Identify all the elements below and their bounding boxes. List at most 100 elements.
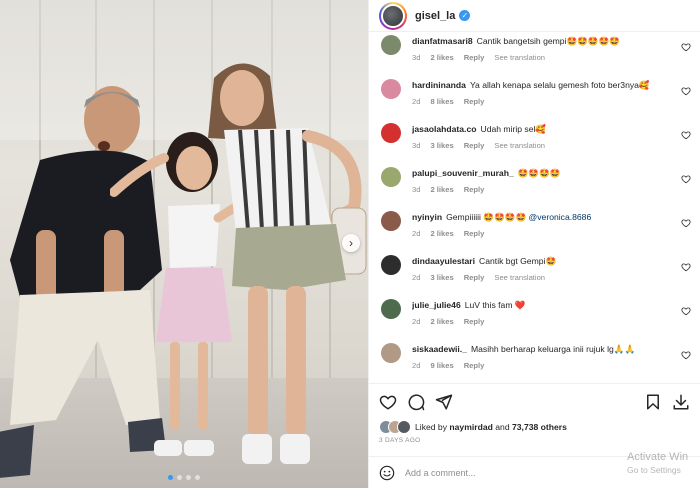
carousel-dot xyxy=(177,475,182,480)
see-translation-link[interactable]: See translation xyxy=(494,53,545,62)
comment-icon[interactable] xyxy=(407,393,425,411)
comment-item: jasaolahdata.co Udah mirip sel🥰 3d 3 like… xyxy=(369,120,700,164)
comment-input[interactable] xyxy=(405,467,665,478)
comment-like-heart-icon[interactable] xyxy=(681,86,691,96)
comment-item: nyinyin Gempiiiiii 🤩🤩🤩🤩 @veronica.8686 2d… xyxy=(369,208,700,252)
reply-button[interactable]: Reply xyxy=(464,273,485,282)
comment-body: jasaolahdata.co Udah mirip sel🥰 3d 3 like… xyxy=(412,120,684,164)
comment-text: Ya allah kenapa selalu gemesh foto ber3n… xyxy=(469,80,650,90)
share-icon[interactable] xyxy=(435,393,453,411)
commenter-username[interactable]: hardininanda xyxy=(412,80,466,90)
comment-like-heart-icon[interactable] xyxy=(681,350,691,360)
comments-list[interactable]: dianfatmasari8 Cantik bangetsih gempi🤩🤩🤩🤩… xyxy=(369,32,700,382)
comment-item: palupi_souvenir_murah_ 🤩🤩🤩🤩 3d 2 likes Re… xyxy=(369,164,700,208)
commenter-avatar[interactable] xyxy=(381,255,401,275)
next-photo-button[interactable]: › xyxy=(342,234,360,252)
comment-item: dianfatmasari8 Cantik bangetsih gempi🤩🤩🤩🤩… xyxy=(369,32,700,76)
comment-body: palupi_souvenir_murah_ 🤩🤩🤩🤩 3d 2 likes Re… xyxy=(412,164,684,208)
likes-count[interactable]: 73,738 others xyxy=(512,422,567,432)
reply-button[interactable]: Reply xyxy=(464,53,485,62)
commenter-username[interactable]: palupi_souvenir_murah_ xyxy=(412,168,514,178)
comment-like-heart-icon[interactable] xyxy=(681,42,691,52)
comment-text: Gempiiiiii 🤩🤩🤩🤩 xyxy=(446,212,529,222)
comment-text: Masihh berharap keluarga inii rujuk lg🙏🙏 xyxy=(470,344,636,354)
comment-likes[interactable]: 2 likes xyxy=(430,317,453,326)
likes-and: and xyxy=(495,422,510,432)
comment-item: hardininanda Ya allah kenapa selalu gemes… xyxy=(369,76,700,120)
liked-by-user[interactable]: naymirdad xyxy=(449,422,492,432)
comment-age: 2d xyxy=(412,97,421,106)
comment-text-line: julie_julie46 LuV this fam ❤️ xyxy=(412,299,684,311)
reply-button[interactable]: Reply xyxy=(464,317,485,326)
comment-text: 🤩🤩🤩🤩 xyxy=(517,168,561,178)
comment-like-heart-icon[interactable] xyxy=(681,130,691,140)
commenter-avatar[interactable] xyxy=(381,211,401,231)
commenter-avatar[interactable] xyxy=(381,343,401,363)
author-avatar[interactable] xyxy=(379,1,407,30)
comment-likes[interactable]: 2 likes xyxy=(430,185,453,194)
comment-meta: 2d 2 likes Reply xyxy=(412,317,684,326)
reply-button[interactable]: Reply xyxy=(464,361,485,370)
carousel-dot xyxy=(186,475,191,480)
comment-text-line: siskaadewii._ Masihh berharap keluarga in… xyxy=(412,343,684,355)
bookmark-icon[interactable] xyxy=(644,393,662,411)
download-icon[interactable] xyxy=(672,393,690,411)
comment-meta: 2d 2 likes Reply xyxy=(412,229,684,238)
post-photo[interactable]: › xyxy=(0,0,368,488)
commenter-avatar[interactable] xyxy=(381,79,401,99)
reply-button[interactable]: Reply xyxy=(464,97,485,106)
comment-age: 3d xyxy=(412,141,421,150)
comment-likes[interactable]: 3 likes xyxy=(430,141,453,150)
comment-age: 2d xyxy=(412,229,421,238)
commenter-avatar[interactable] xyxy=(381,167,401,187)
comment-like-heart-icon[interactable] xyxy=(681,262,691,272)
comment-likes[interactable]: 9 likes xyxy=(430,361,453,370)
comment-likes[interactable]: 8 likes xyxy=(430,97,453,106)
likes-summary[interactable]: Liked by naymirdad and 73,738 others xyxy=(379,420,567,434)
carousel-dot xyxy=(168,475,173,480)
heart-icon[interactable] xyxy=(379,393,397,411)
see-translation-link[interactable]: See translation xyxy=(494,141,545,150)
comment-meta: 2d 3 likes Reply See translation xyxy=(412,273,684,282)
commenter-avatar[interactable] xyxy=(381,123,401,143)
comment-body: nyinyin Gempiiiiii 🤩🤩🤩🤩 @veronica.8686 2d… xyxy=(412,208,684,252)
post-header: gisel_la ✓ xyxy=(369,0,700,32)
likes-prefix: Liked by xyxy=(415,422,448,432)
author-username[interactable]: gisel_la xyxy=(415,10,455,22)
reply-button[interactable]: Reply xyxy=(464,185,485,194)
comment-like-heart-icon[interactable] xyxy=(681,174,691,184)
commenter-avatar[interactable] xyxy=(381,35,401,55)
comment-age: 2d xyxy=(412,361,421,370)
see-translation-link[interactable]: See translation xyxy=(494,273,545,282)
comment-text-line: dianfatmasari8 Cantik bangetsih gempi🤩🤩🤩🤩… xyxy=(412,35,684,47)
commenter-username[interactable]: julie_julie46 xyxy=(412,300,461,310)
comment-body: hardininanda Ya allah kenapa selalu gemes… xyxy=(412,76,684,120)
carousel-dot xyxy=(195,475,200,480)
emoji-icon[interactable] xyxy=(379,465,395,481)
comment-body: dianfatmasari8 Cantik bangetsih gempi🤩🤩🤩🤩… xyxy=(412,32,684,76)
comment-age: 2d xyxy=(412,273,421,282)
comment-meta: 2d 8 likes Reply xyxy=(412,97,684,106)
comment-text: Cantik bangetsih gempi🤩🤩🤩🤩🤩 xyxy=(476,36,620,46)
commenter-username[interactable]: dindaayulestari xyxy=(412,256,475,266)
comment-like-heart-icon[interactable] xyxy=(681,218,691,228)
commenter-username[interactable]: dianfatmasari8 xyxy=(412,36,473,46)
comment-likes[interactable]: 3 likes xyxy=(430,273,453,282)
commenter-avatar[interactable] xyxy=(381,299,401,319)
comment-likes[interactable]: 2 likes xyxy=(430,53,453,62)
comment-age: 3d xyxy=(412,53,421,62)
comment-likes[interactable]: 2 likes xyxy=(430,229,453,238)
comment-mention[interactable]: @veronica.8686 xyxy=(529,212,592,222)
comment-text-line: palupi_souvenir_murah_ 🤩🤩🤩🤩 xyxy=(412,167,684,179)
post-actions xyxy=(369,383,700,419)
comment-like-heart-icon[interactable] xyxy=(681,306,691,316)
commenter-username[interactable]: jasaolahdata.co xyxy=(412,124,476,134)
commenter-username[interactable]: nyinyin xyxy=(412,212,442,222)
verified-icon: ✓ xyxy=(459,10,471,21)
comment-age: 3d xyxy=(412,185,421,194)
reply-button[interactable]: Reply xyxy=(464,141,485,150)
commenter-username[interactable]: siskaadewii._ xyxy=(412,344,467,354)
post-date: 3 DAYS AGO xyxy=(379,437,421,444)
comment-body: dindaayulestari Cantik bgt Gempi🤩 2d 3 li… xyxy=(412,252,684,296)
reply-button[interactable]: Reply xyxy=(464,229,485,238)
